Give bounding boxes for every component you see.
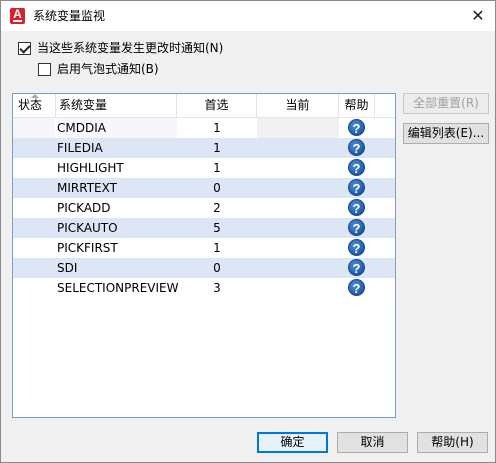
row-status-cell <box>13 158 55 178</box>
row-preferred-value[interactable]: 3 <box>177 278 257 298</box>
row-preferred-value[interactable]: 1 <box>177 118 257 138</box>
row-variable-name: HIGHLIGHT <box>57 161 124 175</box>
row-current-value <box>257 138 339 158</box>
table-row[interactable]: PICKADD 2? <box>13 198 395 218</box>
row-help-cell: ? <box>339 258 375 278</box>
row-status-cell <box>13 178 55 198</box>
row-status-cell <box>13 218 55 238</box>
table-row[interactable]: CMDDIA 1? <box>13 118 395 138</box>
table-row[interactable]: FILEDIA 1? <box>13 138 395 158</box>
system-variable-monitor-dialog: A 系统变量监视 ✕ 当这些系统变量发生更改时通知(N) 启用气泡式通知(B) … <box>0 0 496 463</box>
row-current-value <box>257 258 339 278</box>
row-current-value <box>257 158 339 178</box>
row-preferred-value[interactable]: 5 <box>177 218 257 238</box>
column-header-status-label: 状态 <box>18 98 43 112</box>
balloon-notification-label[interactable]: 启用气泡式通知(B) <box>57 62 159 76</box>
column-header-variable[interactable]: 系统变量 <box>56 94 177 118</box>
app-icon-bar <box>13 20 22 22</box>
column-header-help[interactable]: 帮助 <box>339 94 375 118</box>
notify-on-change-checkbox[interactable] <box>18 42 31 55</box>
help-question-icon[interactable]: ? <box>348 259 365 276</box>
column-header-current[interactable]: 当前 <box>257 94 339 118</box>
row-preferred-value[interactable]: 1 <box>177 138 257 158</box>
app-icon-letter: A <box>13 7 22 21</box>
row-status-cell <box>13 278 55 298</box>
row-variable-name: PICKAUTO <box>57 221 118 235</box>
row-status-cell <box>13 198 55 218</box>
help-button[interactable]: 帮助(H) <box>417 432 488 453</box>
column-header-variable-label: 系统变量 <box>59 98 108 112</box>
row-current-value <box>257 278 339 298</box>
list-header: 状态 系统变量 首选 当前 帮助 <box>13 94 395 118</box>
row-help-cell: ? <box>339 178 375 198</box>
title-bar[interactable]: A 系统变量监视 ✕ <box>1 1 495 31</box>
row-current-value <box>257 238 339 258</box>
row-variable-name: FILEDIA <box>57 141 103 155</box>
row-variable-name: SELECTIONPREVIEW <box>57 281 179 295</box>
row-preferred-value[interactable]: 0 <box>177 178 257 198</box>
close-icon[interactable]: ✕ <box>469 7 487 25</box>
table-row[interactable]: SELECTIONPREVIEW 3? <box>13 278 395 298</box>
column-header-preferred-label: 首选 <box>204 98 229 112</box>
balloon-notification-checkbox[interactable] <box>38 63 51 76</box>
autocad-app-icon: A <box>10 8 25 24</box>
help-question-icon[interactable]: ? <box>348 219 365 236</box>
system-variable-list[interactable]: 状态 系统变量 首选 当前 帮助 CMDDIA 1? FILEDIA 1? HIGHLI… <box>12 93 396 418</box>
column-header-help-label: 帮助 <box>344 98 369 112</box>
reset-all-button[interactable]: 全部重置(R) <box>403 93 489 114</box>
dialog-title: 系统变量监视 <box>33 9 106 23</box>
row-variable-name: MIRRTEXT <box>57 181 117 195</box>
help-question-icon[interactable]: ? <box>348 119 365 136</box>
row-status-cell <box>13 258 55 278</box>
table-row[interactable]: SDI 0? <box>13 258 395 278</box>
row-help-cell: ? <box>339 158 375 178</box>
help-question-icon[interactable]: ? <box>348 159 365 176</box>
row-variable-name: PICKADD <box>57 201 111 215</box>
row-help-cell: ? <box>339 118 375 138</box>
row-preferred-value[interactable]: 1 <box>177 158 257 178</box>
row-help-cell: ? <box>339 278 375 298</box>
row-status-cell <box>13 138 55 158</box>
help-question-icon[interactable]: ? <box>348 199 365 216</box>
notify-on-change-label[interactable]: 当这些系统变量发生更改时通知(N) <box>37 41 223 55</box>
help-question-icon[interactable]: ? <box>348 179 365 196</box>
row-preferred-value[interactable]: 0 <box>177 258 257 278</box>
table-row[interactable]: HIGHLIGHT 1? <box>13 158 395 178</box>
row-variable-name: PICKFIRST <box>57 241 118 255</box>
column-header-preferred[interactable]: 首选 <box>177 94 257 118</box>
row-current-value <box>257 218 339 238</box>
sort-ascending-icon <box>31 94 39 98</box>
cancel-button[interactable]: 取消 <box>337 432 408 453</box>
edit-list-button[interactable]: 编辑列表(E)... <box>403 123 489 144</box>
help-question-icon[interactable]: ? <box>348 139 365 156</box>
row-preferred-value[interactable]: 1 <box>177 238 257 258</box>
row-current-value <box>257 198 339 218</box>
row-current-value <box>257 118 339 138</box>
row-help-cell: ? <box>339 218 375 238</box>
help-question-icon[interactable]: ? <box>348 279 365 296</box>
table-row[interactable]: MIRRTEXT 0? <box>13 178 395 198</box>
ok-button[interactable]: 确定 <box>257 432 328 453</box>
row-status-cell <box>13 118 55 138</box>
column-header-status[interactable]: 状态 <box>13 94 56 118</box>
row-help-cell: ? <box>339 138 375 158</box>
table-row[interactable]: PICKFIRST 1? <box>13 238 395 258</box>
row-current-value <box>257 178 339 198</box>
column-header-current-label: 当前 <box>285 98 310 112</box>
row-variable-name: CMDDIA <box>57 118 177 138</box>
row-variable-name: SDI <box>57 261 78 275</box>
table-row[interactable]: PICKAUTO 5? <box>13 218 395 238</box>
help-question-icon[interactable]: ? <box>348 239 365 256</box>
row-status-cell <box>13 238 55 258</box>
column-header-filler <box>375 94 395 118</box>
row-help-cell: ? <box>339 238 375 258</box>
row-preferred-value[interactable]: 2 <box>177 198 257 218</box>
row-help-cell: ? <box>339 198 375 218</box>
